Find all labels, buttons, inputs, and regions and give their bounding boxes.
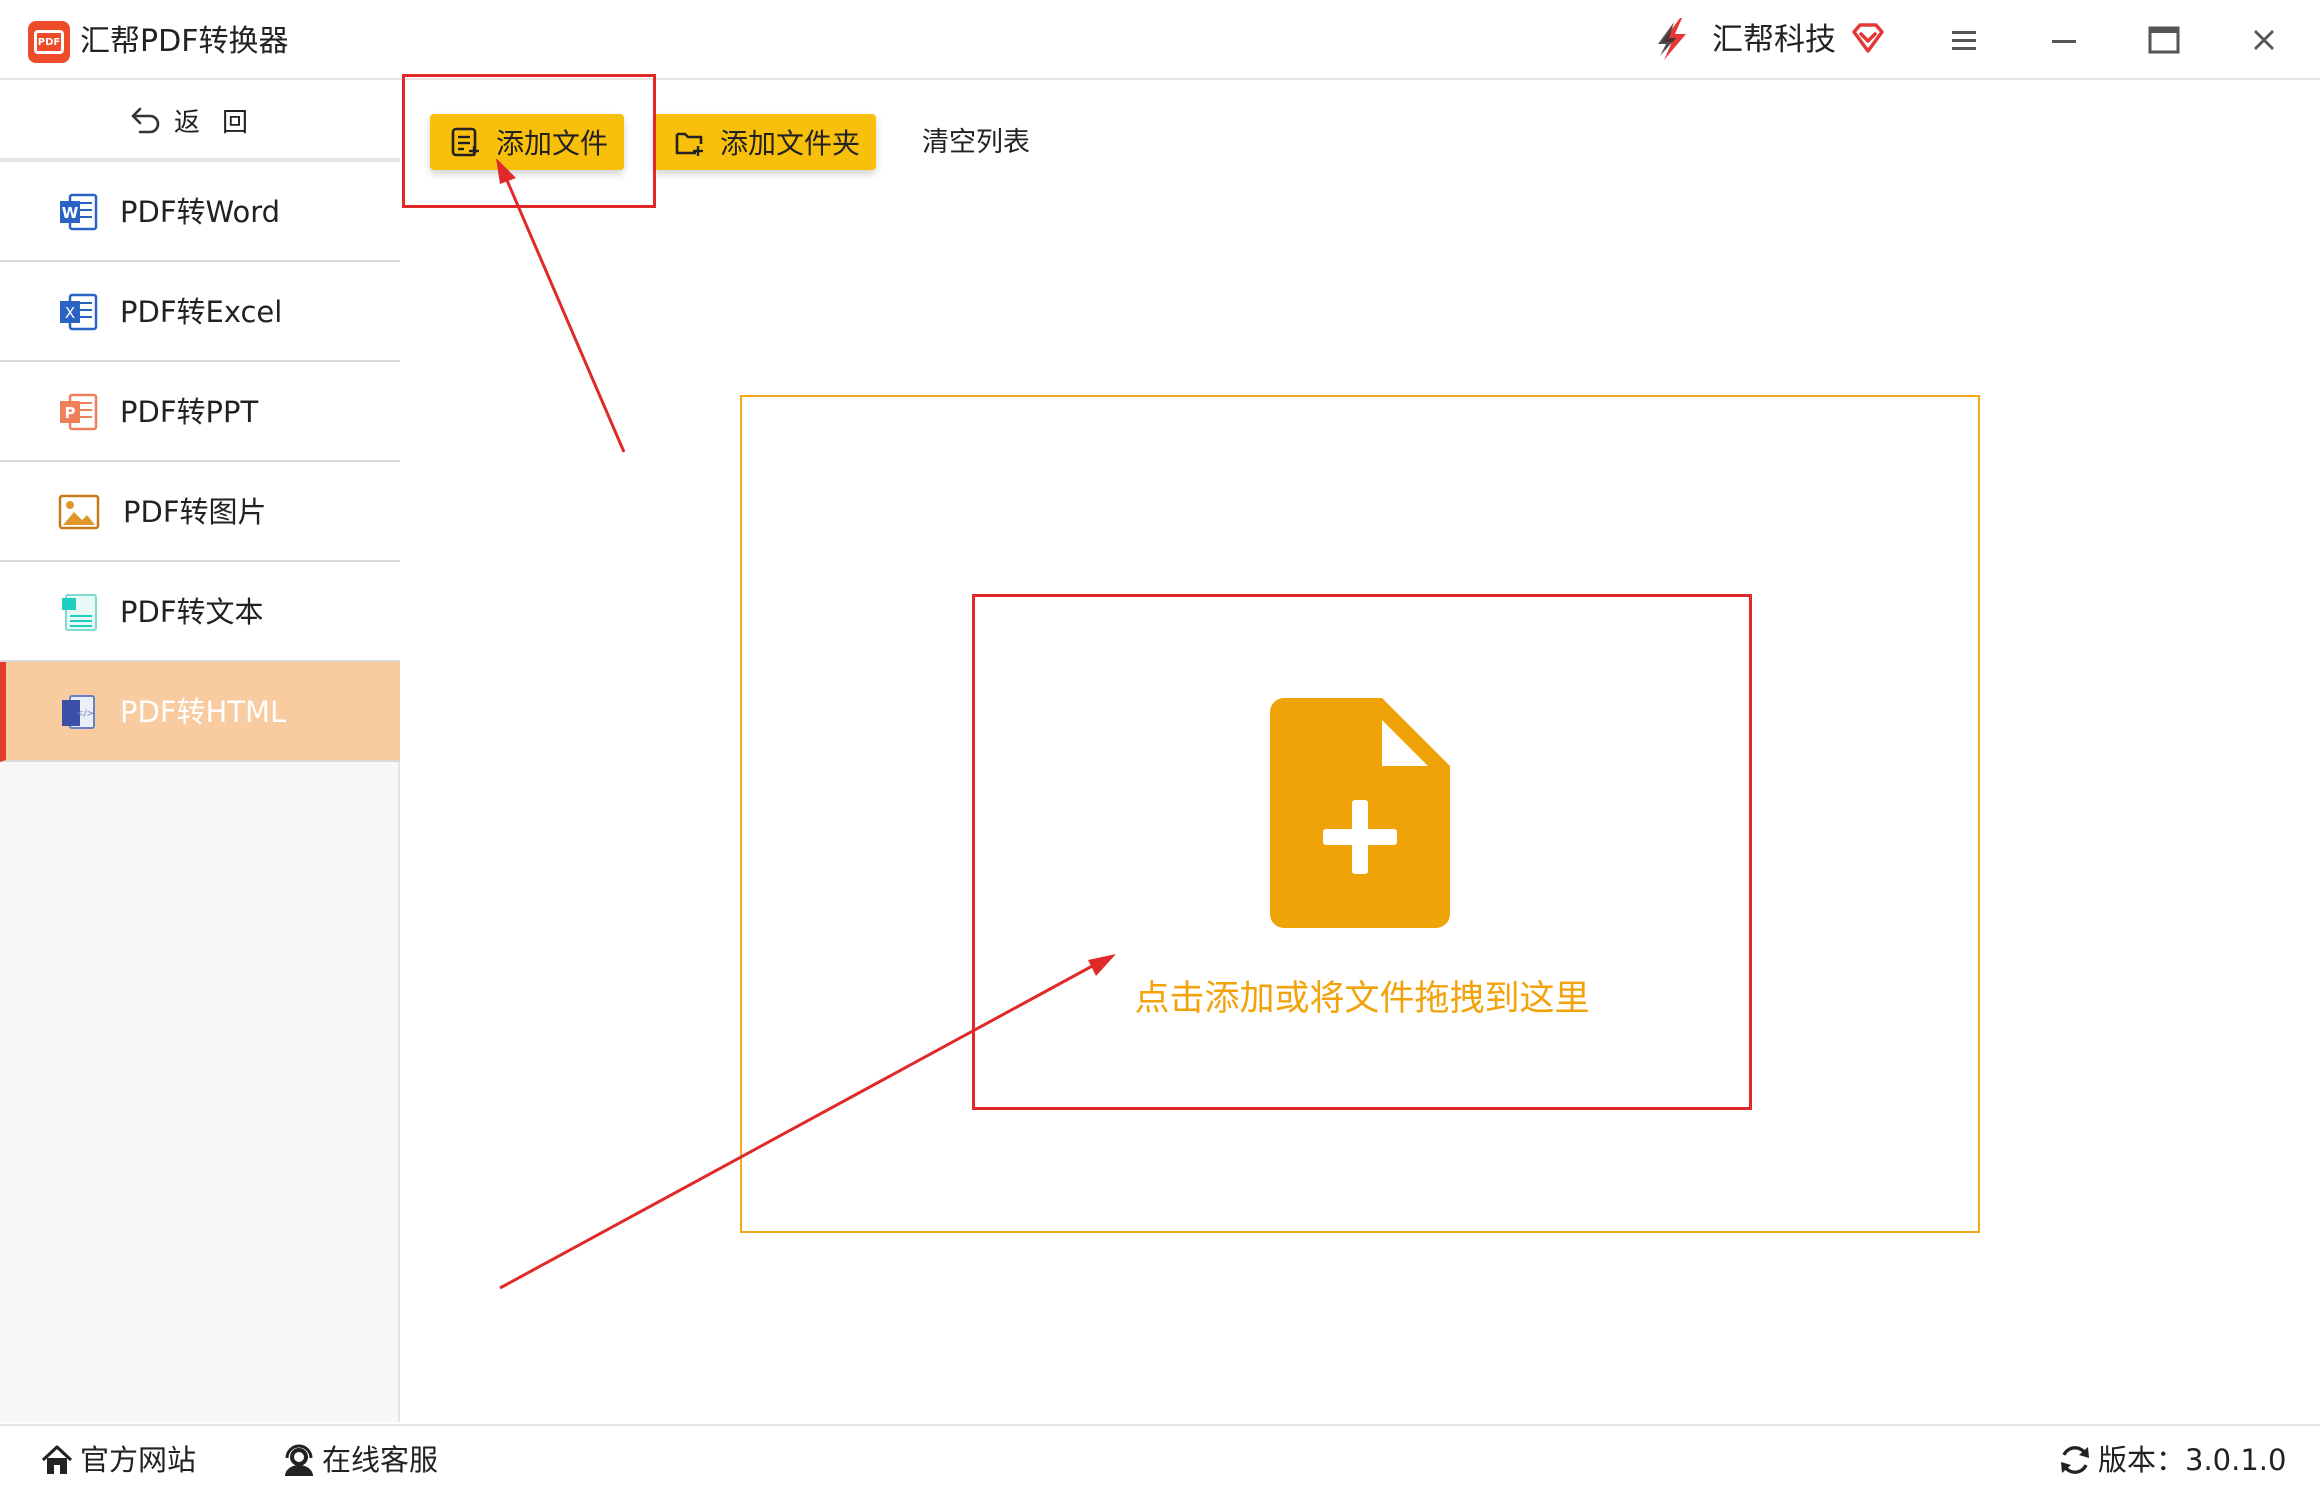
app-logo-text: PDF xyxy=(34,30,64,54)
version-label: 版本：3.0.1.0 xyxy=(2098,1443,2287,1477)
add-folder-icon xyxy=(675,132,703,156)
svg-text:X: X xyxy=(65,304,75,322)
sidebar-item-label: PDF转文本 xyxy=(120,595,264,629)
back-label: 返回 xyxy=(173,107,270,138)
online-support-link[interactable]: 在线客服 xyxy=(282,1440,438,1480)
close-button[interactable] xyxy=(2242,18,2286,62)
annotation-highlight-box xyxy=(402,74,656,208)
refresh-icon xyxy=(2061,1446,2089,1474)
sidebar-item-pdf-to-text[interactable]: PDF转文本 xyxy=(0,562,400,662)
add-folder-button[interactable]: 添加文件夹 xyxy=(654,114,876,170)
app-logo-icon: PDF xyxy=(28,21,70,63)
sidebar-item-pdf-to-html[interactable]: </> PDF转HTML xyxy=(0,662,400,762)
svg-text:W: W xyxy=(62,204,79,222)
minimize-icon xyxy=(2052,40,2076,43)
html-icon: </> xyxy=(62,695,95,729)
version-info[interactable]: 版本：3.0.1.0 xyxy=(2058,1440,2286,1480)
support-icon xyxy=(285,1444,313,1476)
app-title: 汇帮PDF转换器 xyxy=(80,24,289,59)
drop-zone-hint: 点击添加或将文件拖拽到这里 xyxy=(1134,979,1590,1019)
official-website-link[interactable]: 官方网站 xyxy=(40,1440,196,1480)
official-website-label: 官方网站 xyxy=(80,1443,197,1477)
sidebar-item-label: PDF转Excel xyxy=(120,295,283,329)
image-icon xyxy=(58,494,100,530)
excel-icon: X xyxy=(60,293,98,331)
sidebar-item-pdf-to-excel[interactable]: X PDF转Excel xyxy=(0,262,400,362)
sidebar-item-pdf-to-word[interactable]: W PDF转Word xyxy=(0,162,400,262)
text-icon xyxy=(62,594,97,631)
sidebar-item-label: PDF转HTML xyxy=(120,695,287,729)
ppt-icon: P xyxy=(60,393,98,431)
sidebar: 返回 W PDF转Word X PDF转Excel P PDF转PPT PDF转… xyxy=(0,82,400,1422)
sidebar-item-label: PDF转PPT xyxy=(120,395,259,429)
close-icon xyxy=(2254,30,2274,50)
sidebar-item-pdf-to-ppt[interactable]: P PDF转PPT xyxy=(0,362,400,462)
menu-icon xyxy=(1952,31,1976,50)
word-icon: W xyxy=(60,193,98,231)
clear-list-button[interactable]: 清空列表 xyxy=(922,124,1030,162)
home-icon xyxy=(41,1445,73,1474)
sidebar-item-label: PDF转Word xyxy=(120,195,281,229)
minimize-button[interactable] xyxy=(2042,18,2086,62)
maximize-button[interactable] xyxy=(2142,18,2186,62)
title-bar: PDF 汇帮PDF转换器 汇帮科技 xyxy=(0,0,2320,80)
vip-diamond-icon[interactable] xyxy=(1850,22,1886,54)
online-support-label: 在线客服 xyxy=(322,1443,439,1477)
back-button[interactable]: 返回 xyxy=(0,82,400,162)
brand-logo-icon xyxy=(1658,18,1686,60)
sidebar-item-pdf-to-image[interactable]: PDF转图片 xyxy=(0,462,400,562)
maximize-icon xyxy=(2148,26,2180,54)
sidebar-item-label: PDF转图片 xyxy=(123,495,267,529)
add-folder-label: 添加文件夹 xyxy=(720,127,861,160)
add-file-large-icon[interactable] xyxy=(1270,698,1450,928)
svg-text:</>: </> xyxy=(76,709,94,719)
menu-button[interactable] xyxy=(1942,18,1986,62)
svg-text:P: P xyxy=(65,404,76,422)
brand-name: 汇帮科技 xyxy=(1712,22,1836,58)
status-bar: 官方网站 在线客服 版本：3.0.1.0 xyxy=(0,1424,2320,1492)
back-arrow-icon xyxy=(131,107,160,134)
